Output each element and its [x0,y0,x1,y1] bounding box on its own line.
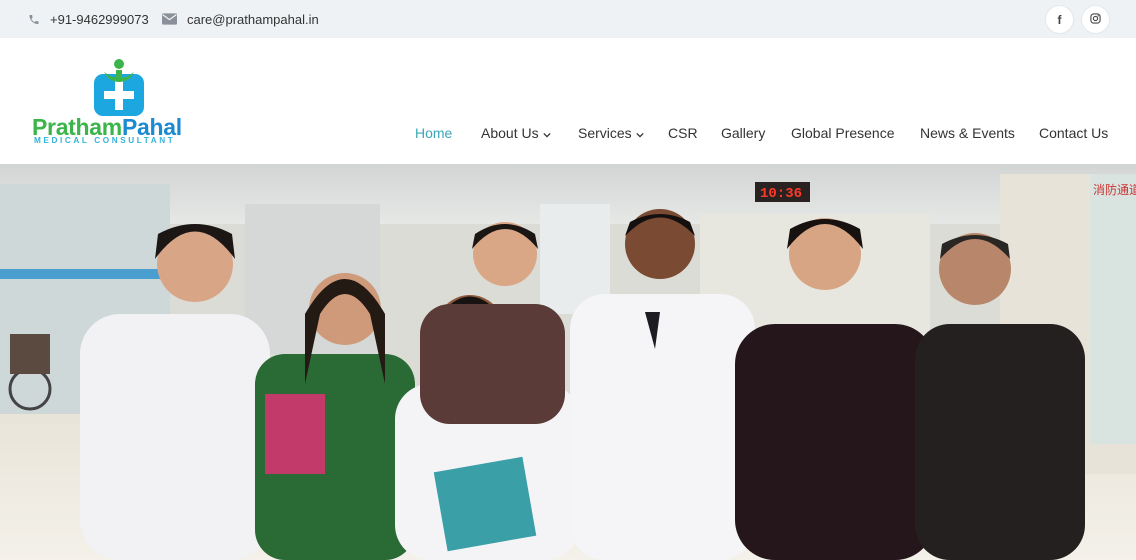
logo-mark-icon [94,59,144,116]
nav-csr[interactable]: CSR [668,123,698,143]
hero-clock-text: 10:36 [760,186,802,202]
phone-contact[interactable]: +91-9462999073 [28,0,149,38]
email-contact[interactable]: care@prathampahal.in [162,0,319,38]
nav-home-label: Home [415,125,453,141]
phone-icon [28,13,40,26]
instagram-button[interactable] [1082,6,1109,33]
facebook-button[interactable]: f [1046,6,1073,33]
chevron-down-icon [542,125,551,141]
site-header: PrathamPahal MEDICAL CONSULTANT Home Abo… [0,38,1136,164]
nav-home[interactable]: Home [415,123,452,143]
nav-about-us[interactable]: About Us [481,123,551,143]
email-address: care@prathampahal.in [187,11,319,27]
hero-banner-photo: 10:36 消防通道 [0,164,1136,560]
nav-gallery-label: Gallery [721,125,766,141]
nav-global-presence[interactable]: Global Presence [791,123,895,143]
nav-services-label: Services [578,125,632,141]
instagram-icon [1090,12,1101,27]
logo-tagline: MEDICAL CONSULTANT [34,136,176,145]
nav-news-events[interactable]: News & Events [920,123,1015,143]
envelope-icon [162,13,177,25]
nav-csr-label: CSR [668,125,698,141]
nav-gallery[interactable]: Gallery [721,123,765,143]
nav-about-us-label: About Us [481,125,539,141]
facebook-icon: f [1057,12,1062,27]
nav-news-events-label: News & Events [920,125,1015,141]
hero-wall-sign: 消防通道 [1093,182,1136,197]
nav-services[interactable]: Services [578,123,644,143]
top-contact-bar: +91-9462999073 care@prathampahal.in f [0,0,1136,38]
phone-number: +91-9462999073 [50,11,149,27]
site-logo[interactable]: PrathamPahal MEDICAL CONSULTANT [32,56,212,148]
nav-global-presence-label: Global Presence [791,125,895,141]
nav-contact-us-label: Contact Us [1039,125,1109,141]
chevron-down-icon [636,125,644,141]
nav-contact-us[interactable]: Contact Us [1039,123,1108,143]
hero-photo-illustration: 10:36 消防通道 [0,164,1136,560]
